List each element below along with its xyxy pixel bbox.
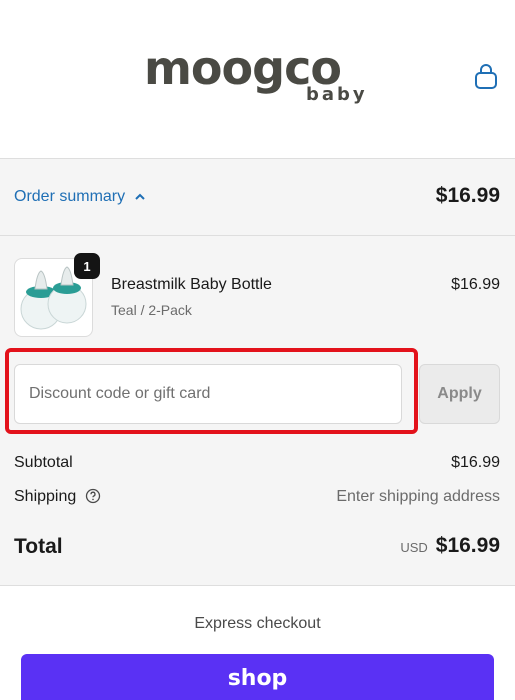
total-label: Total xyxy=(14,535,63,558)
subtotal-value: $16.99 xyxy=(451,454,500,471)
shop-pay-button[interactable]: shop xyxy=(21,654,494,700)
apply-discount-button[interactable]: Apply xyxy=(419,364,500,424)
order-summary-total: $16.99 xyxy=(435,184,500,207)
order-summary-toggle[interactable]: Order summary xyxy=(14,188,147,206)
shipping-value: Enter shipping address xyxy=(336,488,500,505)
cart-button[interactable] xyxy=(472,62,500,92)
currency-code: USD xyxy=(400,540,428,555)
shipping-row: Shipping xyxy=(14,488,101,506)
brand-logo[interactable]: moogco baby xyxy=(144,44,370,110)
order-summary-label: Order summary xyxy=(14,188,126,205)
help-circle-icon[interactable] xyxy=(85,488,101,504)
shipping-label: Shipping xyxy=(14,488,77,505)
express-checkout-title: Express checkout xyxy=(194,615,321,632)
shop-pay-label: shop xyxy=(227,666,288,691)
total-value-group: USD $16.99 xyxy=(400,534,500,558)
shopping-bag-icon xyxy=(475,64,497,89)
checkout-header: moogco baby xyxy=(0,0,515,158)
product-price: $16.99 xyxy=(451,276,500,293)
discount-code-input[interactable] xyxy=(14,364,402,424)
logo-subtitle: baby xyxy=(306,84,368,105)
chevron-up-icon xyxy=(135,193,145,200)
total-amount: $16.99 xyxy=(435,534,500,557)
product-variant: Teal / 2-Pack xyxy=(111,302,192,318)
order-summary-bar: Order summary $16.99 xyxy=(0,158,515,236)
quantity-badge: 1 xyxy=(74,253,100,279)
product-name: Breastmilk Baby Bottle xyxy=(111,276,272,293)
order-summary-panel: 1 Breastmilk Baby Bottle Teal / 2-Pack $… xyxy=(0,236,515,586)
subtotal-label: Subtotal xyxy=(14,454,73,471)
